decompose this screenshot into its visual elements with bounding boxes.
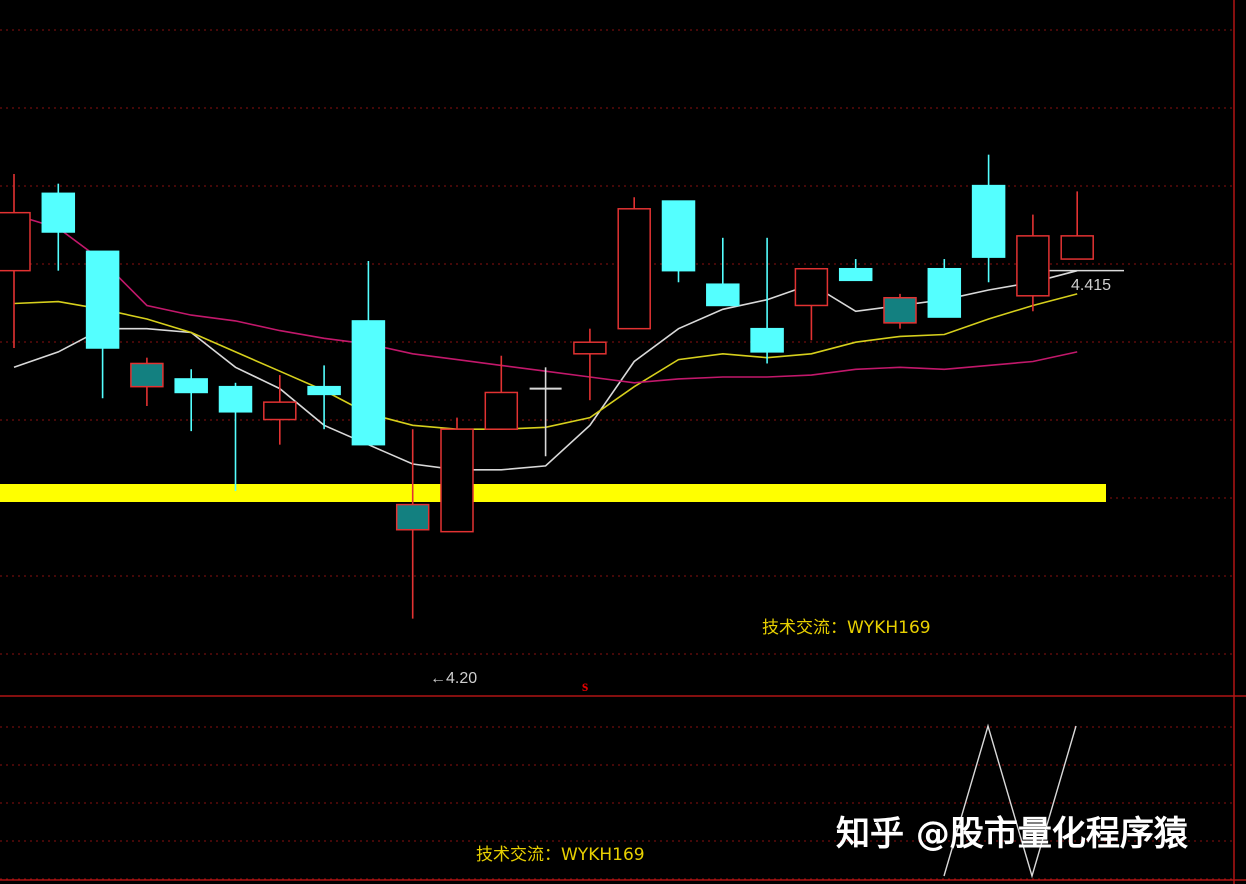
candle-body bbox=[794, 267, 829, 307]
candle-body bbox=[971, 184, 1006, 258]
candles bbox=[0, 154, 1094, 619]
ma-value-label: 4.415 bbox=[1071, 277, 1111, 294]
candle-body bbox=[351, 320, 386, 446]
candle bbox=[440, 417, 474, 533]
candle-body bbox=[661, 200, 696, 272]
ma-line-3 bbox=[13, 213, 1078, 384]
candle bbox=[1016, 214, 1050, 312]
candle bbox=[41, 183, 76, 271]
candle bbox=[661, 200, 696, 283]
candle-body bbox=[263, 401, 297, 421]
candle bbox=[838, 259, 873, 282]
candle bbox=[1060, 191, 1094, 260]
candle bbox=[750, 237, 784, 364]
candle-body bbox=[484, 391, 519, 430]
frame bbox=[0, 0, 1246, 884]
support-band bbox=[0, 484, 1106, 502]
candle bbox=[0, 174, 31, 348]
candle-body bbox=[395, 503, 430, 531]
candle-body bbox=[1060, 235, 1094, 260]
candlestick-chart: ←4.20 4.415 技术交流：WYKH169 s 技术交流：WYKH169 … bbox=[0, 0, 1246, 884]
candle bbox=[263, 375, 297, 445]
candle bbox=[706, 237, 740, 307]
candle bbox=[395, 429, 430, 619]
candle-body bbox=[130, 362, 164, 388]
candle-body bbox=[85, 250, 120, 349]
signal-marker: s bbox=[582, 678, 588, 695]
candle bbox=[927, 259, 962, 318]
candle-body bbox=[927, 267, 962, 318]
candle bbox=[85, 250, 120, 399]
chart-window: ←4.20 4.415 技术交流：WYKH169 s 技术交流：WYKH169 … bbox=[0, 0, 1246, 884]
candle-body bbox=[41, 192, 76, 233]
candle-body bbox=[883, 296, 917, 324]
candle-body bbox=[838, 267, 873, 282]
candle bbox=[883, 293, 917, 329]
candle-body bbox=[0, 211, 31, 272]
main-note: 技术交流：WYKH169 bbox=[762, 618, 931, 638]
candle bbox=[617, 197, 651, 330]
candle bbox=[218, 382, 253, 492]
candle bbox=[174, 369, 208, 432]
candle bbox=[130, 357, 164, 406]
candle bbox=[971, 154, 1006, 283]
candle bbox=[573, 328, 607, 401]
watermark: 知乎 @股市量化程序猿 bbox=[836, 814, 1189, 854]
candle-body bbox=[617, 208, 651, 330]
candle-body bbox=[1016, 235, 1050, 297]
grid bbox=[0, 29, 1234, 880]
candle bbox=[529, 367, 562, 457]
support-line bbox=[0, 484, 1106, 502]
candle bbox=[351, 261, 386, 446]
candle-body bbox=[218, 385, 253, 413]
candle-body bbox=[307, 385, 341, 396]
candle-body bbox=[750, 327, 784, 353]
candle-body bbox=[573, 341, 607, 355]
low-price-label: ←4.20 bbox=[430, 670, 477, 687]
annotations: ←4.20 4.415 技术交流：WYKH169 s 技术交流：WYKH169 … bbox=[430, 277, 1189, 865]
footer-note: 技术交流：WYKH169 bbox=[476, 845, 645, 865]
candle bbox=[794, 267, 829, 341]
candle-body bbox=[440, 428, 474, 533]
candle-body bbox=[706, 283, 740, 307]
candle-body bbox=[174, 378, 208, 394]
